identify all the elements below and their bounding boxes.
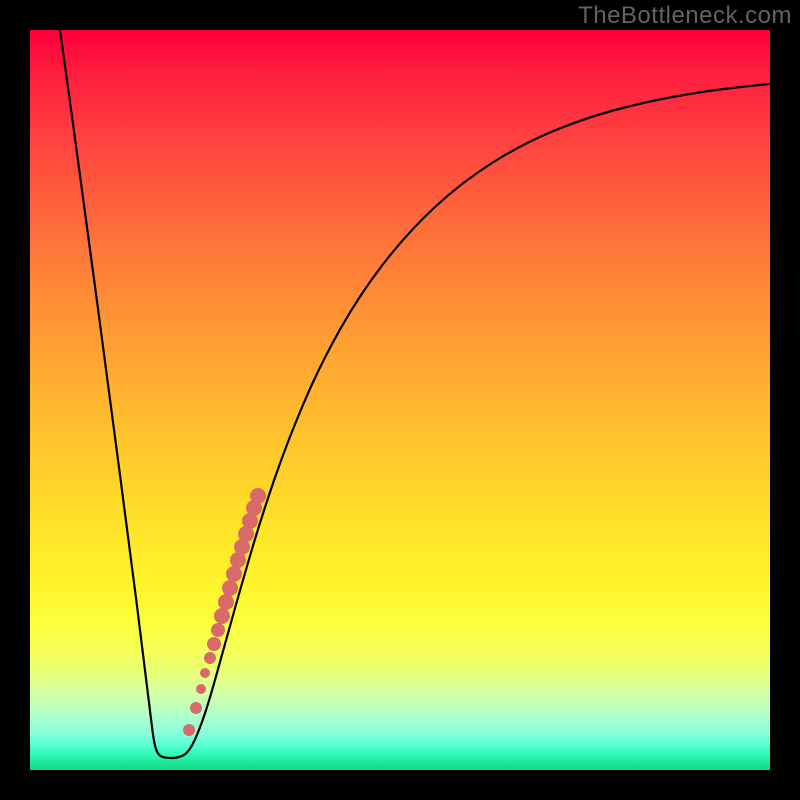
data-dot xyxy=(196,684,206,694)
data-dot xyxy=(211,623,225,637)
watermark-text: TheBottleneck.com xyxy=(578,2,792,30)
data-dot xyxy=(226,566,242,582)
data-dot xyxy=(214,608,230,624)
data-dot xyxy=(190,702,202,714)
bottleneck-curve xyxy=(60,30,770,758)
data-dot xyxy=(218,594,234,610)
data-dot xyxy=(204,652,216,664)
data-dot xyxy=(207,637,221,651)
plot-area xyxy=(30,30,770,770)
data-dot xyxy=(222,580,238,596)
data-dot xyxy=(183,724,195,736)
data-dots xyxy=(183,488,266,736)
chart-svg xyxy=(30,30,770,770)
chart-frame: TheBottleneck.com xyxy=(0,0,800,800)
data-dot xyxy=(250,488,266,504)
data-dot xyxy=(200,668,210,678)
